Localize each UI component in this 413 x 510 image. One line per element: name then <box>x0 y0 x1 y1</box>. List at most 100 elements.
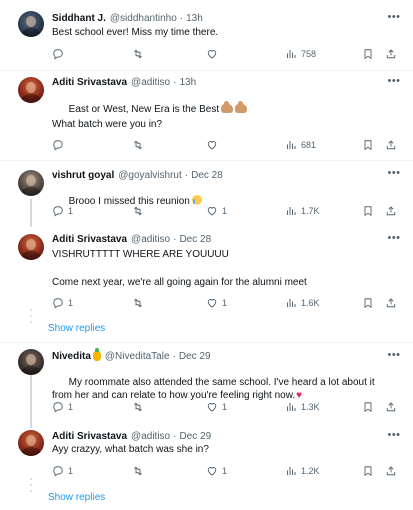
retweet-button[interactable] <box>132 138 148 152</box>
share-button[interactable] <box>385 47 397 61</box>
timestamp[interactable]: 13h <box>179 77 196 88</box>
tweet-actions: 1 1 1.2K <box>52 464 404 478</box>
reply-tweet[interactable]: vishrut goyal @goyalvishrut · Dec 28 •••… <box>0 161 413 227</box>
share-icon <box>386 140 396 150</box>
bookmark-button[interactable] <box>362 400 374 414</box>
views-button[interactable]: 1.7K <box>285 204 320 218</box>
tweet-text: Best school ever! Miss my time there. <box>52 27 219 38</box>
retweet-button[interactable] <box>132 400 148 414</box>
tweet-text: Come next year, we're all going again fo… <box>52 277 307 288</box>
like-button[interactable]: 1 <box>206 204 227 218</box>
share-button[interactable] <box>385 138 397 152</box>
more-dots-icon[interactable]: ••• <box>387 350 401 362</box>
show-replies-link[interactable]: Show replies <box>48 492 105 503</box>
reply-button[interactable]: 1 <box>52 400 73 414</box>
bookmark-button[interactable] <box>362 464 374 478</box>
more-dots-icon[interactable]: ••• <box>387 76 401 88</box>
author-name[interactable]: Aditi Srivastava <box>52 431 127 442</box>
reply-button[interactable] <box>52 47 68 61</box>
reply-icon <box>53 49 63 60</box>
bookmark-button[interactable] <box>362 204 374 218</box>
like-button[interactable] <box>206 138 222 152</box>
reply-tweet[interactable]: Aditi Srivastava @aditiso · Dec 29 ••• A… <box>0 428 413 488</box>
views-button[interactable]: 1.2K <box>285 464 320 478</box>
bookmark-icon <box>364 466 372 477</box>
share-button[interactable] <box>385 204 397 218</box>
views-icon <box>287 141 296 149</box>
tweet-text: Ayy crazyy, what batch was she in? <box>52 444 209 455</box>
author-handle[interactable]: @aditiso <box>131 234 170 245</box>
reply-button[interactable]: 1 <box>52 296 73 310</box>
avatar[interactable] <box>18 11 44 37</box>
view-count: 1.7K <box>301 206 320 216</box>
views-button[interactable]: 681 <box>285 138 316 152</box>
reply-button[interactable]: 1 <box>52 204 73 218</box>
flexed-biceps-emoji <box>235 101 248 113</box>
timestamp[interactable]: Dec 29 <box>179 351 211 362</box>
author-handle[interactable]: @aditiso <box>131 431 170 442</box>
retweet-button[interactable] <box>132 464 148 478</box>
avatar[interactable] <box>18 349 44 375</box>
avatar[interactable] <box>18 77 44 103</box>
views-button[interactable]: 758 <box>285 47 316 61</box>
view-count: 1.6K <box>301 298 320 308</box>
author-handle[interactable]: @siddhantinho <box>110 13 177 24</box>
retweet-button[interactable] <box>132 47 148 61</box>
like-button[interactable]: 1 <box>206 400 227 414</box>
like-button[interactable]: 1 <box>206 464 227 478</box>
thread-line <box>30 321 32 323</box>
author-handle[interactable]: @goyalvishrut <box>118 170 182 181</box>
bookmark-icon <box>364 49 372 60</box>
reply-icon <box>53 298 63 309</box>
author-name[interactable]: Aditi Srivastava <box>52 234 127 245</box>
timestamp[interactable]: Dec 29 <box>179 431 211 442</box>
author-name[interactable]: Siddhant J. <box>52 13 106 24</box>
bookmark-button[interactable] <box>362 138 374 152</box>
heart-icon <box>207 207 217 216</box>
reply-tweet[interactable]: Siddhant J. @siddhantinho · 13h ••• Best… <box>0 4 413 71</box>
reply-button[interactable]: 1 <box>52 464 73 478</box>
author-handle[interactable]: @NiveditaTale <box>105 351 170 362</box>
avatar[interactable] <box>18 234 44 260</box>
like-button[interactable] <box>206 47 222 61</box>
reply-tweet[interactable]: Aditi Srivastava @aditiso · 13h ••• East… <box>0 71 413 161</box>
retweet-icon <box>134 49 142 59</box>
share-button[interactable] <box>385 400 397 414</box>
bookmark-button[interactable] <box>362 47 374 61</box>
author-handle[interactable]: @aditiso <box>131 77 170 88</box>
tweet-actions: 758 <box>52 47 404 61</box>
avatar[interactable] <box>18 170 44 196</box>
more-dots-icon[interactable]: ••• <box>387 233 401 245</box>
timestamp[interactable]: Dec 28 <box>179 234 211 245</box>
author-name[interactable]: vishrut goyal <box>52 170 114 181</box>
tweet-actions: 1 1 1.6K <box>52 296 404 310</box>
views-icon <box>287 467 296 475</box>
avatar[interactable] <box>18 430 44 456</box>
share-button[interactable] <box>385 296 397 310</box>
retweet-icon <box>134 206 142 216</box>
bookmark-button[interactable] <box>362 296 374 310</box>
author-name[interactable]: Nivedita <box>52 351 91 362</box>
reply-tweet[interactable]: Aditi Srivastava @aditiso · Dec 28 ••• V… <box>0 227 413 317</box>
tweet-header: Nivedita @NiveditaTale · Dec 29 <box>52 348 211 364</box>
view-count: 681 <box>301 140 317 150</box>
timestamp[interactable]: Dec 28 <box>191 170 223 181</box>
timestamp[interactable]: 13h <box>186 13 203 24</box>
retweet-button[interactable] <box>132 204 148 218</box>
views-button[interactable]: 1.3K <box>285 400 320 414</box>
like-button[interactable]: 1 <box>206 296 227 310</box>
heart-icon <box>207 141 217 150</box>
tweet-text: VISHRUTTTTT WHERE ARE YOUUUU <box>52 249 229 260</box>
retweet-button[interactable] <box>132 296 148 310</box>
show-replies-link[interactable]: Show replies <box>48 323 105 334</box>
views-button[interactable]: 1.6K <box>285 296 320 310</box>
reply-tweet[interactable]: Nivedita @NiveditaTale · Dec 29 ••• My r… <box>0 346 413 428</box>
reply-button[interactable] <box>52 138 68 152</box>
more-dots-icon[interactable]: ••• <box>387 168 401 180</box>
retweet-icon <box>134 466 142 476</box>
share-button[interactable] <box>385 464 397 478</box>
author-name[interactable]: Aditi Srivastava <box>52 77 127 88</box>
more-dots-icon[interactable]: ••• <box>387 12 401 24</box>
share-icon <box>386 466 396 476</box>
more-dots-icon[interactable]: ••• <box>387 430 401 442</box>
